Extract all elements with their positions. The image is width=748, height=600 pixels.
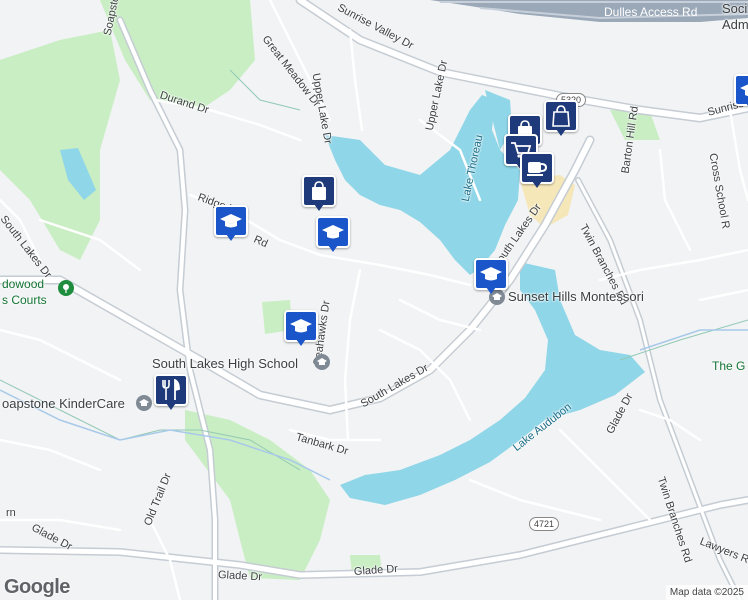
park-icon[interactable] (58, 280, 74, 296)
place-label: s Courts (2, 293, 47, 307)
map-attribution: Map data ©2025 (665, 585, 748, 600)
school-pin[interactable] (734, 74, 748, 112)
school-dot-icon[interactable] (314, 354, 330, 370)
school-icon (316, 216, 350, 248)
shopping-pin[interactable] (302, 175, 336, 213)
cafe-icon (520, 152, 554, 184)
school-pin[interactable] (474, 258, 508, 296)
place-label: dowood (2, 277, 45, 291)
road-label: Glade Dr (217, 569, 263, 584)
cafe-pin[interactable] (520, 152, 554, 190)
restaurant-pin[interactable] (154, 374, 188, 412)
shopping-bag-icon (544, 100, 578, 132)
logo-text: Google (4, 576, 70, 598)
map-canvas[interactable]: 5320 4721 Dulles Access Rd Sunrise Valle… (0, 0, 748, 600)
place-label: South Lakes High School (152, 356, 298, 371)
school-dot-icon[interactable] (136, 395, 152, 411)
school-icon (214, 205, 248, 237)
road-label: rn (6, 507, 16, 519)
place-label: Sunset Hills Montessori (508, 289, 644, 304)
school-icon (734, 74, 748, 106)
google-logo[interactable]: Google (4, 576, 70, 599)
school-pin[interactable] (214, 205, 248, 243)
school-icon (284, 310, 318, 342)
school-icon (474, 258, 508, 290)
dulles-access-road (430, 0, 748, 22)
school-pin[interactable] (316, 216, 350, 254)
place-label: Soci (722, 1, 748, 16)
restaurant-icon (154, 374, 188, 406)
shopping-pin[interactable] (544, 100, 578, 138)
road-label: Dulles Access Rd (604, 5, 698, 19)
place-label: oapstone KinderCare (2, 396, 125, 411)
route-shield: 4721 (529, 517, 560, 531)
place-label: Admi (722, 17, 748, 32)
shopping-bag-icon (302, 175, 336, 207)
place-label: The G (712, 359, 746, 373)
school-pin[interactable] (284, 310, 318, 348)
